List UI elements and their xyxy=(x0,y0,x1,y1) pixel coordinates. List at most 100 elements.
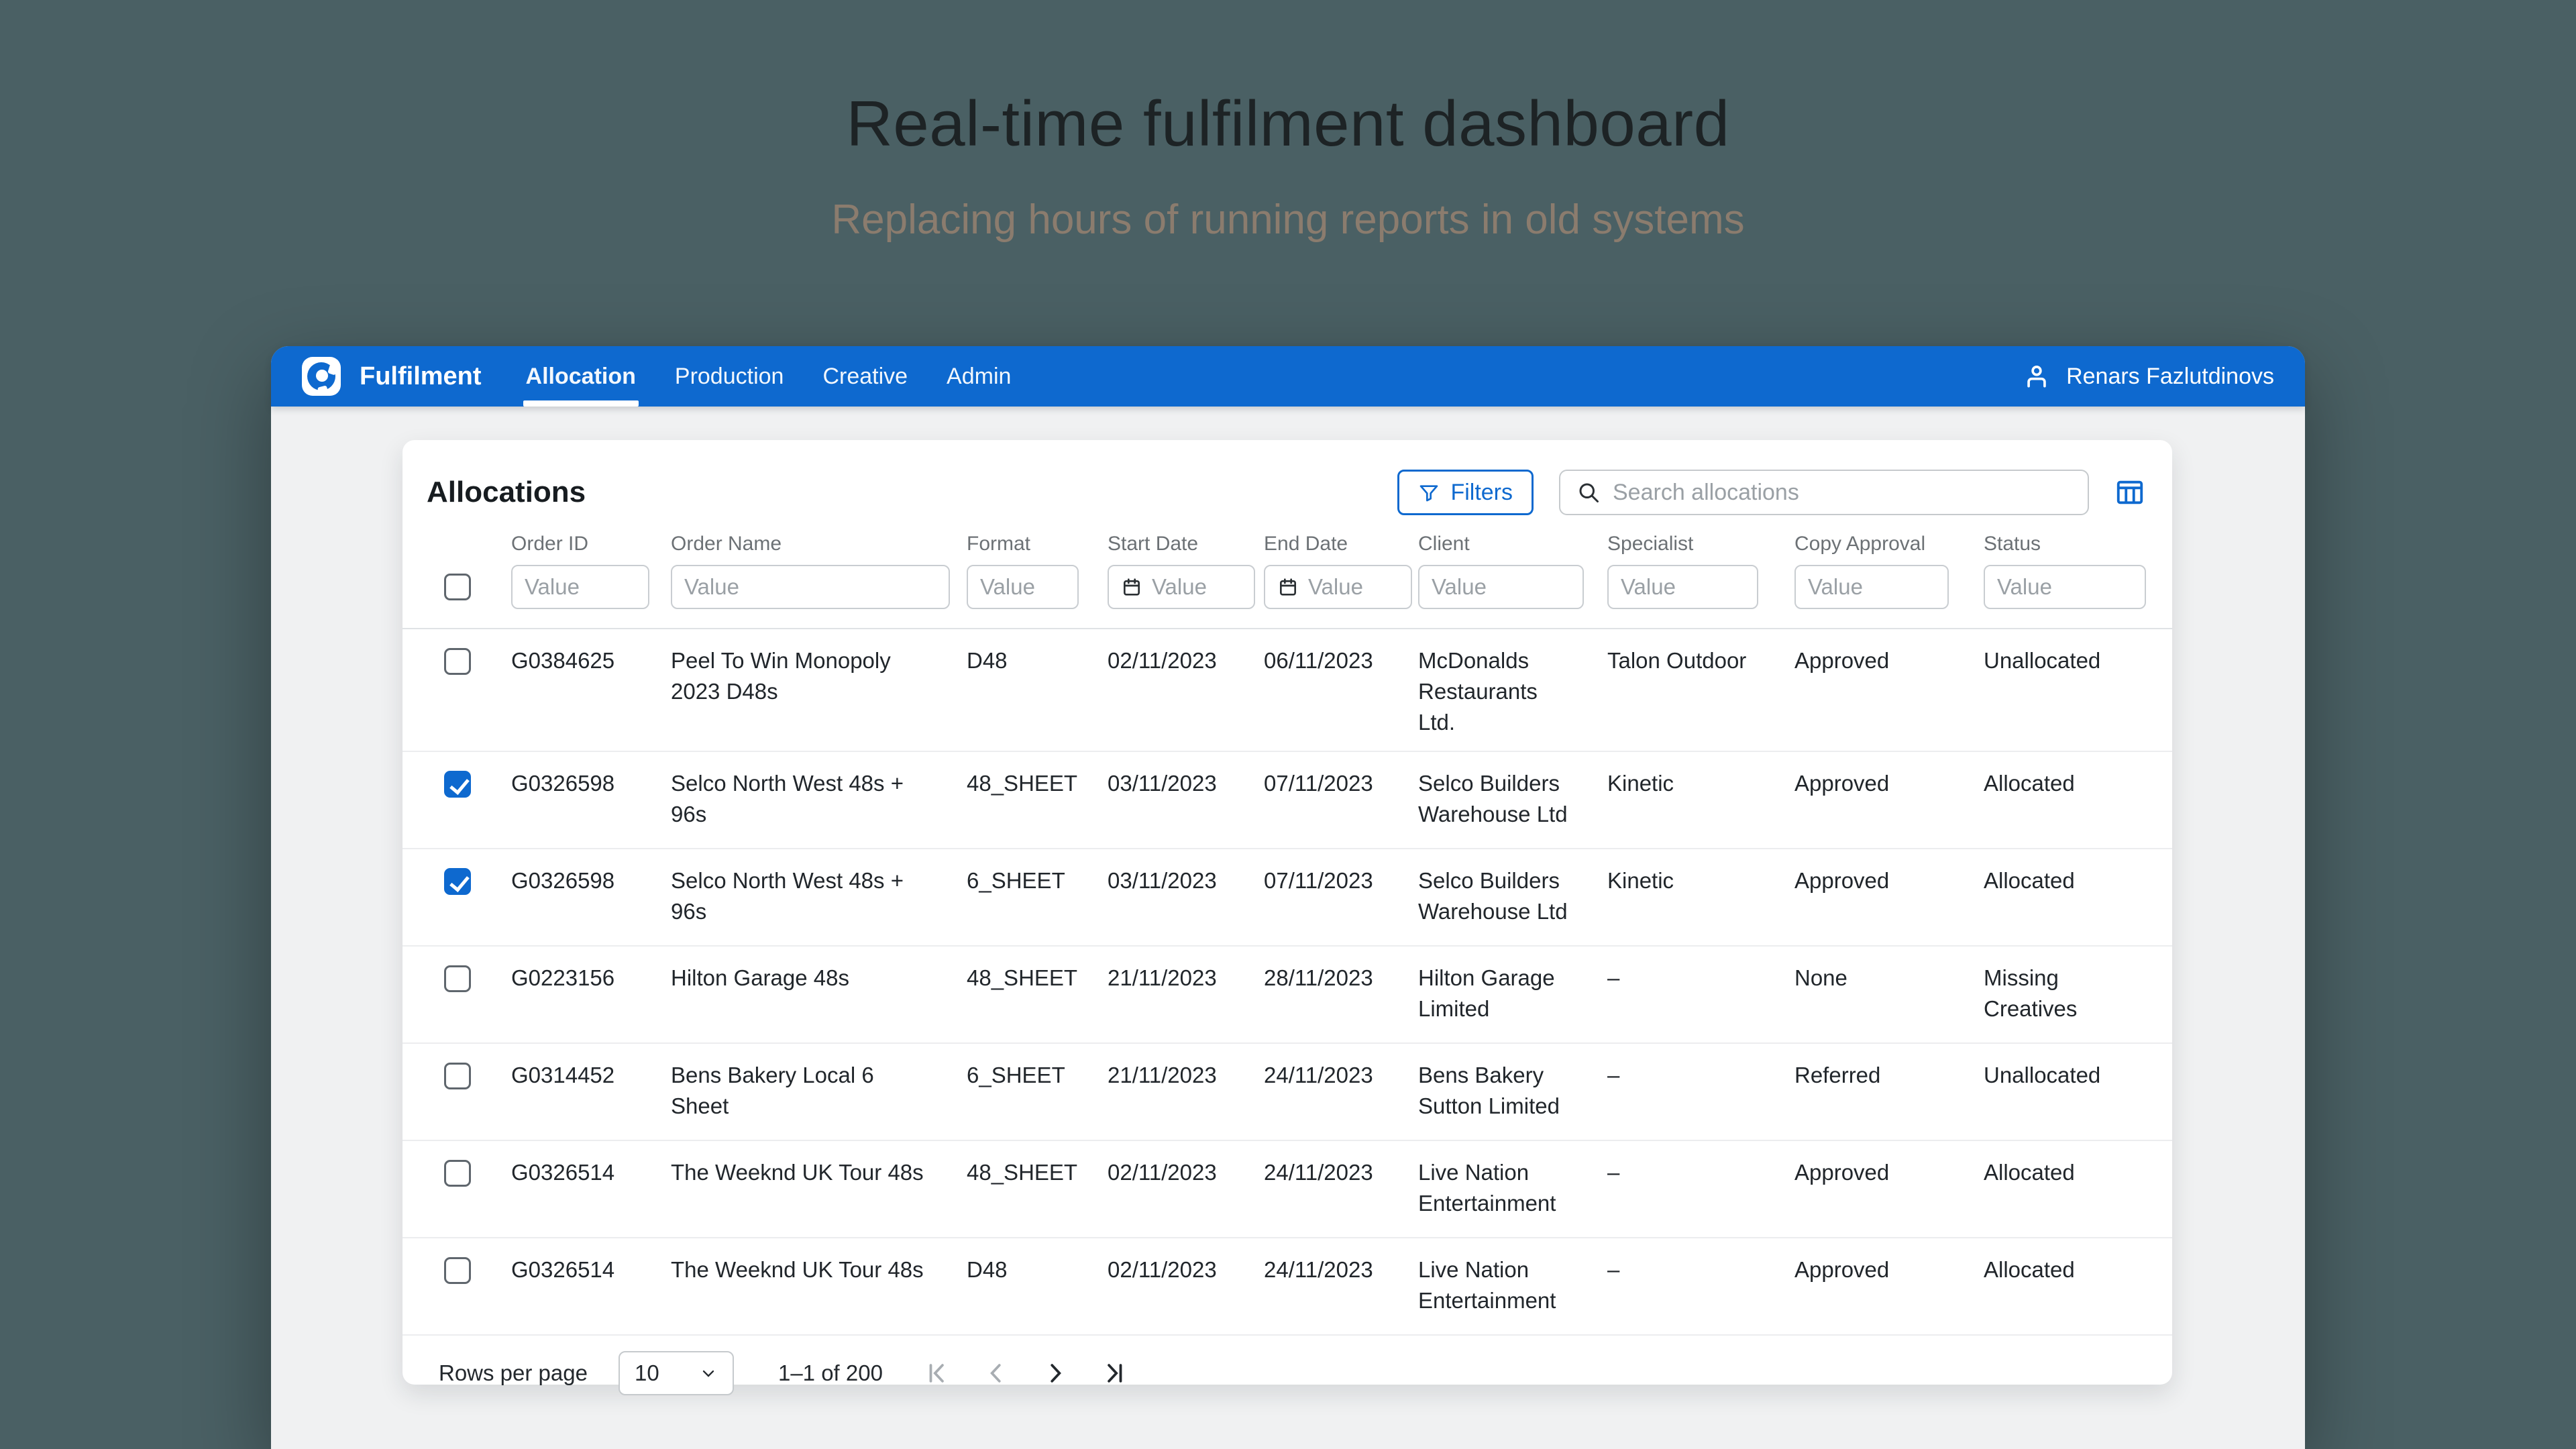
nav-item-production[interactable]: Production xyxy=(675,346,784,407)
previous-page-button[interactable] xyxy=(983,1360,1009,1386)
row-checkbox[interactable] xyxy=(444,868,471,895)
table-body: G0384625 Peel To Win Monopoly 2023 D48s … xyxy=(402,629,2172,1336)
main-nav: Allocation Production Creative Admin xyxy=(526,346,1051,407)
table-row: G0223156 Hilton Garage 48s 48_SHEET 21/1… xyxy=(402,947,2172,1044)
cell-client: Live Nation Entertainment xyxy=(1418,1254,1607,1322)
cell-specialist: – xyxy=(1607,1060,1794,1128)
cell-end-date: 28/11/2023 xyxy=(1264,963,1418,1030)
table-row: G0326514 The Weeknd UK Tour 48s 48_SHEET… xyxy=(402,1141,2172,1238)
user-menu[interactable]: Renars Fazlutdinovs xyxy=(2022,346,2274,407)
table-row: G0326598 Selco North West 48s + 96s 48_S… xyxy=(402,752,2172,849)
cell-order-id: G0314452 xyxy=(511,1060,671,1128)
card-title: Allocations xyxy=(427,476,586,509)
filter-input-specialist[interactable] xyxy=(1621,574,1745,600)
rows-per-page-select[interactable]: 10 xyxy=(619,1351,734,1395)
calendar-icon xyxy=(1277,576,1299,598)
cell-order-id: G0223156 xyxy=(511,963,671,1030)
cell-start-date: 21/11/2023 xyxy=(1108,963,1264,1030)
nav-item-creative[interactable]: Creative xyxy=(822,346,908,407)
search-input[interactable] xyxy=(1613,480,2072,506)
filter-funnel-icon xyxy=(1418,482,1440,503)
cell-order-name: Hilton Garage 48s xyxy=(671,963,967,1030)
row-checkbox[interactable] xyxy=(444,1257,471,1284)
cell-client: Bens Bakery Sutton Limited xyxy=(1418,1060,1607,1128)
filter-input-copy-approval[interactable] xyxy=(1808,574,1935,600)
column-header-copy-approval: Copy Approval xyxy=(1794,533,1984,555)
cell-specialist: – xyxy=(1607,1157,1794,1225)
cell-format: 48_SHEET xyxy=(967,768,1108,836)
cell-order-name: The Weeknd UK Tour 48s xyxy=(671,1254,967,1322)
cell-order-name: Selco North West 48s + 96s xyxy=(671,865,967,933)
column-header-order-id: Order ID xyxy=(511,533,671,555)
filter-input-end-date[interactable] xyxy=(1308,574,1399,600)
search-icon xyxy=(1576,480,1601,504)
cell-start-date: 02/11/2023 xyxy=(1108,1254,1264,1322)
cell-end-date: 24/11/2023 xyxy=(1264,1157,1418,1225)
cell-copy-approval: None xyxy=(1794,963,1984,1030)
rows-per-page-label: Rows per page xyxy=(439,1360,588,1386)
cell-start-date: 02/11/2023 xyxy=(1108,645,1264,739)
cell-order-name: Peel To Win Monopoly 2023 D48s xyxy=(671,645,967,739)
page-title: Real-time fulfilment dashboard xyxy=(0,87,2576,161)
row-checkbox[interactable] xyxy=(444,965,471,992)
cell-format: 48_SHEET xyxy=(967,1157,1108,1225)
cell-copy-approval: Approved xyxy=(1794,768,1984,836)
cell-order-id: G0326514 xyxy=(511,1254,671,1322)
nav-item-admin[interactable]: Admin xyxy=(947,346,1011,407)
table-columns-icon xyxy=(2114,477,2145,508)
select-all-checkbox[interactable] xyxy=(444,574,471,600)
cell-format: 6_SHEET xyxy=(967,1060,1108,1128)
filters-button[interactable]: Filters xyxy=(1397,470,1534,515)
row-checkbox[interactable] xyxy=(444,1160,471,1187)
cell-format: 6_SHEET xyxy=(967,865,1108,933)
filter-input-order-id[interactable] xyxy=(525,574,636,600)
cell-specialist: Kinetic xyxy=(1607,768,1794,836)
cell-order-id: G0326514 xyxy=(511,1157,671,1225)
cell-start-date: 03/11/2023 xyxy=(1108,865,1264,933)
column-header-format: Format xyxy=(967,533,1108,555)
column-header-start-date: Start Date xyxy=(1108,533,1264,555)
cell-specialist: – xyxy=(1607,1254,1794,1322)
column-settings-button[interactable] xyxy=(2114,477,2145,508)
filter-input-client[interactable] xyxy=(1432,574,1570,600)
cell-end-date: 24/11/2023 xyxy=(1264,1060,1418,1128)
table-row: G0326514 The Weeknd UK Tour 48s D48 02/1… xyxy=(402,1238,2172,1336)
cell-end-date: 24/11/2023 xyxy=(1264,1254,1418,1322)
cell-copy-approval: Approved xyxy=(1794,1157,1984,1225)
cell-order-name: Bens Bakery Local 6 Sheet xyxy=(671,1060,967,1128)
cell-status: Allocated xyxy=(1984,1254,2172,1322)
table-header-row: Order ID Order Name Format Start Date En… xyxy=(402,533,2172,555)
table-row: G0314452 Bens Bakery Local 6 Sheet 6_SHE… xyxy=(402,1044,2172,1141)
filter-input-status[interactable] xyxy=(1997,574,2133,600)
cell-format: D48 xyxy=(967,1254,1108,1322)
cell-start-date: 03/11/2023 xyxy=(1108,768,1264,836)
page-subtitle: Replacing hours of running reports in ol… xyxy=(0,196,2576,244)
user-name: Renars Fazlutdinovs xyxy=(2066,364,2274,390)
cell-specialist: – xyxy=(1607,963,1794,1030)
cell-client: Live Nation Entertainment xyxy=(1418,1157,1607,1225)
cell-end-date: 07/11/2023 xyxy=(1264,768,1418,836)
brand-name: Fulfilment xyxy=(360,362,482,391)
chevron-right-icon xyxy=(1042,1360,1068,1386)
filter-input-format[interactable] xyxy=(980,574,1065,600)
row-checkbox[interactable] xyxy=(444,648,471,675)
cell-specialist: Kinetic xyxy=(1607,865,1794,933)
last-page-button[interactable] xyxy=(1102,1360,1127,1386)
first-page-icon xyxy=(924,1360,950,1386)
cell-copy-approval: Approved xyxy=(1794,645,1984,739)
row-checkbox[interactable] xyxy=(444,1063,471,1089)
column-header-order-name: Order Name xyxy=(671,533,967,555)
first-page-button[interactable] xyxy=(924,1360,950,1386)
row-checkbox[interactable] xyxy=(444,771,471,798)
column-header-end-date: End Date xyxy=(1264,533,1418,555)
last-page-icon xyxy=(1102,1360,1127,1386)
cell-order-id: G0384625 xyxy=(511,645,671,739)
nav-item-allocation[interactable]: Allocation xyxy=(526,346,636,407)
filter-input-order-name[interactable] xyxy=(684,574,936,600)
cell-format: 48_SHEET xyxy=(967,963,1108,1030)
cell-copy-approval: Approved xyxy=(1794,865,1984,933)
cell-status: Missing Creatives xyxy=(1984,963,2172,1030)
cell-client: Selco Builders Warehouse Ltd xyxy=(1418,768,1607,836)
next-page-button[interactable] xyxy=(1042,1360,1068,1386)
filter-input-start-date[interactable] xyxy=(1152,574,1242,600)
